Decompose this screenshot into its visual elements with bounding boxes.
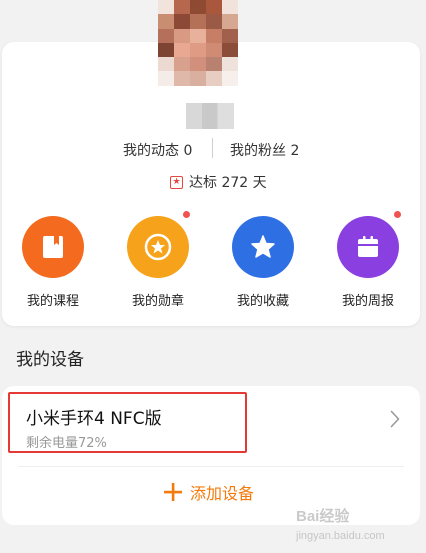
star-badge-icon: ★: [170, 175, 183, 189]
card-divider: [18, 466, 404, 467]
feature-label: 我的勋章: [131, 294, 184, 309]
feature-icon-circle: [337, 216, 399, 278]
feature-icon-circle: [232, 216, 294, 278]
chevron-right-icon[interactable]: [390, 410, 400, 428]
add-device-label: 添加设备: [190, 484, 255, 503]
feature-my-courses[interactable]: 我的课程: [8, 216, 98, 309]
feature-my-favorites[interactable]: 我的收藏: [218, 216, 308, 309]
add-device-button[interactable]: 添加设备: [164, 480, 254, 504]
star-icon: [251, 235, 275, 258]
feature-label: 我的课程: [26, 294, 79, 309]
streak-row: ★ 达标 272 天: [170, 172, 267, 192]
section-title-my-devices: 我的设备: [16, 350, 84, 370]
calendar-icon: [358, 236, 378, 257]
feature-label: 我的周报: [341, 294, 394, 309]
stats-row: 我的动态 0 我的粉丝 2: [2, 138, 426, 160]
feature-weekly-report[interactable]: 我的周报: [323, 216, 413, 309]
medal-icon: [144, 233, 172, 261]
fans-stat[interactable]: 我的粉丝 2: [230, 140, 299, 160]
feature-label: 我的收藏: [236, 294, 289, 309]
feature-icon-circle: [22, 216, 84, 278]
device-name: 小米手环4 NFC版: [26, 409, 162, 429]
stats-divider: [212, 138, 213, 158]
book-icon: [43, 236, 63, 258]
streak-text: 达标 272 天: [189, 175, 267, 191]
feature-icon-circle: [127, 216, 189, 278]
avatar[interactable]: [158, 0, 238, 86]
feature-my-medals[interactable]: 我的勋章: [113, 216, 203, 309]
plus-icon: [164, 483, 182, 501]
notification-dot: [183, 211, 190, 218]
device-item[interactable]: 小米手环4 NFC版 剩余电量72%: [8, 392, 247, 453]
notification-dot: [394, 211, 401, 218]
posts-stat[interactable]: 我的动态 0: [123, 140, 192, 160]
device-battery: 剩余电量72%: [26, 436, 107, 451]
username-blurred: [186, 103, 234, 129]
watermark: Bai经验 jingyan.baidu.com: [296, 505, 385, 543]
watermark-brand: Bai: [296, 508, 320, 525]
watermark-suffix: 经验: [319, 508, 350, 525]
watermark-domain: jingyan.baidu.com: [296, 530, 385, 542]
